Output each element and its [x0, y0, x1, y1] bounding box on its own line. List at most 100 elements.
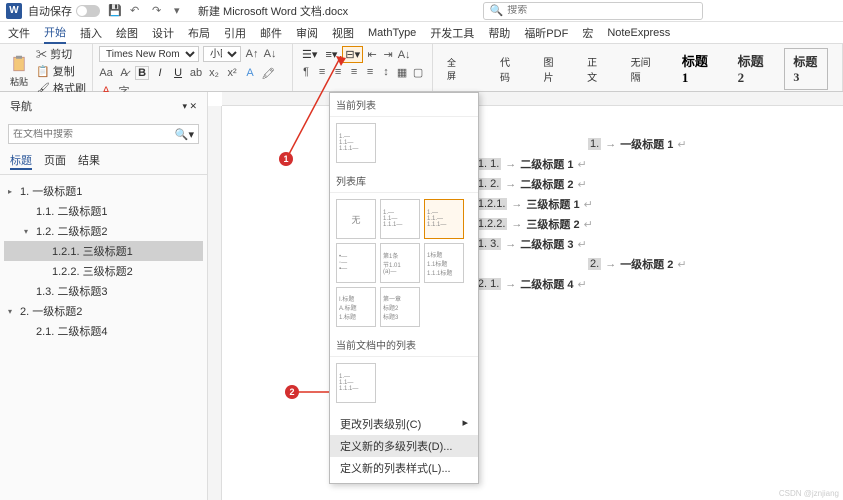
heading-sub[interactable]: • 1.2.1.→三级标题 1↵ [468, 196, 843, 212]
tab-design[interactable]: 设计 [152, 23, 174, 43]
tree-item[interactable]: ▾2. 一级标题2 [4, 301, 203, 321]
multilevel-list-button[interactable]: ⊟▾ [342, 46, 363, 63]
subscript-icon[interactable]: x₂ [207, 66, 221, 80]
highlight-icon[interactable]: 🖍 [261, 66, 275, 80]
style-pic[interactable]: 图片 [535, 49, 569, 89]
tab-macro[interactable]: 宏 [582, 23, 593, 43]
nav-tab-pages[interactable]: 页面 [44, 152, 66, 170]
search-box[interactable]: 🔍 [483, 2, 703, 20]
tree-item[interactable]: ▾1.2. 二级标题2 [4, 221, 203, 241]
tree-item[interactable]: 1.3. 二级标题3 [4, 281, 203, 301]
autosave-toggle[interactable]: 自动保存 [28, 3, 100, 19]
list-preview[interactable]: 1.—1.1.—1.1.1— [424, 199, 464, 239]
superscript-icon[interactable]: x² [225, 66, 239, 80]
copy-button[interactable]: 📋 复制 [36, 63, 86, 79]
strike-icon[interactable]: ab [189, 66, 203, 80]
tab-mathtype[interactable]: MathType [368, 25, 416, 41]
tab-help[interactable]: 帮助 [488, 23, 510, 43]
horizontal-ruler[interactable] [222, 92, 843, 106]
tab-view[interactable]: 视图 [332, 23, 354, 43]
cut-button[interactable]: ✂ 剪切 [36, 46, 86, 62]
change-list-level[interactable]: 更改列表级别(C)▸ [330, 413, 478, 435]
nav-search-input[interactable] [13, 129, 175, 140]
chevron-down-icon[interactable]: ▾ [174, 4, 188, 18]
tree-item[interactable]: 2.1. 二级标题4 [4, 321, 203, 341]
font-size-select[interactable]: 小四 [203, 46, 241, 62]
heading-1[interactable]: 1.→一级标题 1↵ [588, 136, 843, 152]
tab-review[interactable]: 审阅 [296, 23, 318, 43]
list-none[interactable]: 无 [336, 199, 376, 239]
heading-sub[interactable]: • 1.2.2.→三级标题 2↵ [468, 216, 843, 232]
nav-tab-headings[interactable]: 标题 [10, 152, 32, 170]
borders-icon[interactable]: ▢ [411, 65, 425, 79]
tab-draw[interactable]: 绘图 [116, 23, 138, 43]
bold-icon[interactable]: B [135, 66, 149, 80]
list-preview[interactable]: 1.—1.1—1.1.1— [336, 123, 376, 163]
style-code[interactable]: 代码 [491, 49, 525, 89]
search-input[interactable] [507, 5, 695, 16]
toggle-switch[interactable] [76, 5, 100, 17]
heading-sub[interactable]: • 2. 1.→二级标题 4↵ [468, 276, 843, 292]
heading-1[interactable]: 2.→一级标题 2↵ [588, 256, 843, 272]
number-list-button[interactable]: ≡▾ [322, 46, 340, 63]
list-preview[interactable]: 1.—1.1—1.1.1— [380, 199, 420, 239]
bullet-list-button[interactable]: ☰▾ [299, 46, 320, 63]
underline-icon[interactable]: U [171, 66, 185, 80]
save-icon[interactable]: 💾 [108, 4, 122, 18]
shading-icon[interactable]: ▦ [395, 65, 409, 79]
paste-button[interactable]: 粘贴 [6, 53, 32, 90]
increase-font-icon[interactable]: A↑ [245, 47, 259, 61]
font-name-select[interactable]: Times New Roman [99, 46, 199, 62]
tree-item[interactable]: 1.1. 二级标题1 [4, 201, 203, 221]
increase-indent-icon[interactable]: ⇥ [381, 48, 395, 62]
italic-icon[interactable]: I [153, 66, 167, 80]
nav-close-icon[interactable]: ▾ ✕ [182, 101, 197, 112]
sort-icon[interactable]: A↓ [397, 48, 411, 62]
text-effects-icon[interactable]: A [243, 66, 257, 80]
style-h3[interactable]: 标题 3 [784, 48, 828, 90]
align-left-icon[interactable]: ≡ [315, 65, 329, 79]
list-preview[interactable]: 1标题1.1标题1.1.1标题 [424, 243, 464, 283]
change-case-icon[interactable]: Aa [99, 66, 113, 80]
nav-search[interactable]: 🔍▾ [8, 124, 199, 144]
style-h2[interactable]: 标题 2 [729, 46, 775, 91]
tab-home[interactable]: 开始 [44, 22, 66, 44]
search-icon[interactable]: 🔍▾ [175, 128, 194, 141]
vertical-ruler[interactable] [208, 106, 222, 500]
line-spacing-icon[interactable]: ↕ [379, 65, 393, 79]
heading-sub[interactable]: • 1. 2.→二级标题 2↵ [468, 176, 843, 192]
list-preview[interactable]: 1.—1.1—1.1.1— [336, 363, 376, 403]
style-nospace[interactable]: 无间隔 [622, 49, 663, 89]
list-preview[interactable]: 第一章标题2标题3 [380, 287, 420, 327]
redo-icon[interactable]: ↷ [152, 4, 166, 18]
nav-tab-results[interactable]: 结果 [78, 152, 100, 170]
page-content[interactable]: 1.→一级标题 1↵ • 1. 1.→二级标题 1↵ • 1. 2.→二级标题 2↵… [468, 132, 843, 296]
tab-foxit[interactable]: 福昕PDF [524, 23, 568, 43]
undo-icon[interactable]: ↶ [130, 4, 144, 18]
tree-item[interactable]: ▸1. 一级标题1 [4, 181, 203, 201]
justify-icon[interactable]: ≡ [363, 65, 377, 79]
tab-layout[interactable]: 布局 [188, 23, 210, 43]
tab-mail[interactable]: 邮件 [260, 23, 282, 43]
list-preview[interactable]: 第1条节1.01(a)— [380, 243, 420, 283]
decrease-indent-icon[interactable]: ⇤ [365, 48, 379, 62]
tab-insert[interactable]: 插入 [80, 23, 102, 43]
tree-item[interactable]: 1.2.1. 三级标题1 [4, 241, 203, 261]
clear-format-icon[interactable]: A̷ [117, 66, 131, 80]
define-new-list-style[interactable]: 定义新的列表样式(L)... [330, 457, 478, 479]
style-body[interactable]: 正文 [578, 49, 612, 89]
heading-sub[interactable]: • 1. 1.→二级标题 1↵ [468, 156, 843, 172]
heading-sub[interactable]: • 1. 3.→二级标题 3↵ [468, 236, 843, 252]
align-right-icon[interactable]: ≡ [347, 65, 361, 79]
tab-references[interactable]: 引用 [224, 23, 246, 43]
decrease-font-icon[interactable]: A↓ [263, 47, 277, 61]
define-new-multilevel[interactable]: 定义新的多级列表(D)... [330, 435, 478, 457]
show-marks-icon[interactable]: ¶ [299, 65, 313, 79]
full-screen[interactable]: 全屏 [447, 56, 461, 82]
style-h1[interactable]: 标题 1 [673, 46, 719, 91]
tab-noteexpress[interactable]: NoteExpress [607, 25, 670, 41]
list-preview[interactable]: •—◦—▪— [336, 243, 376, 283]
tree-item[interactable]: 1.2.2. 三级标题2 [4, 261, 203, 281]
tab-file[interactable]: 文件 [8, 23, 30, 43]
list-preview[interactable]: I.标题A.标题1.标题 [336, 287, 376, 327]
